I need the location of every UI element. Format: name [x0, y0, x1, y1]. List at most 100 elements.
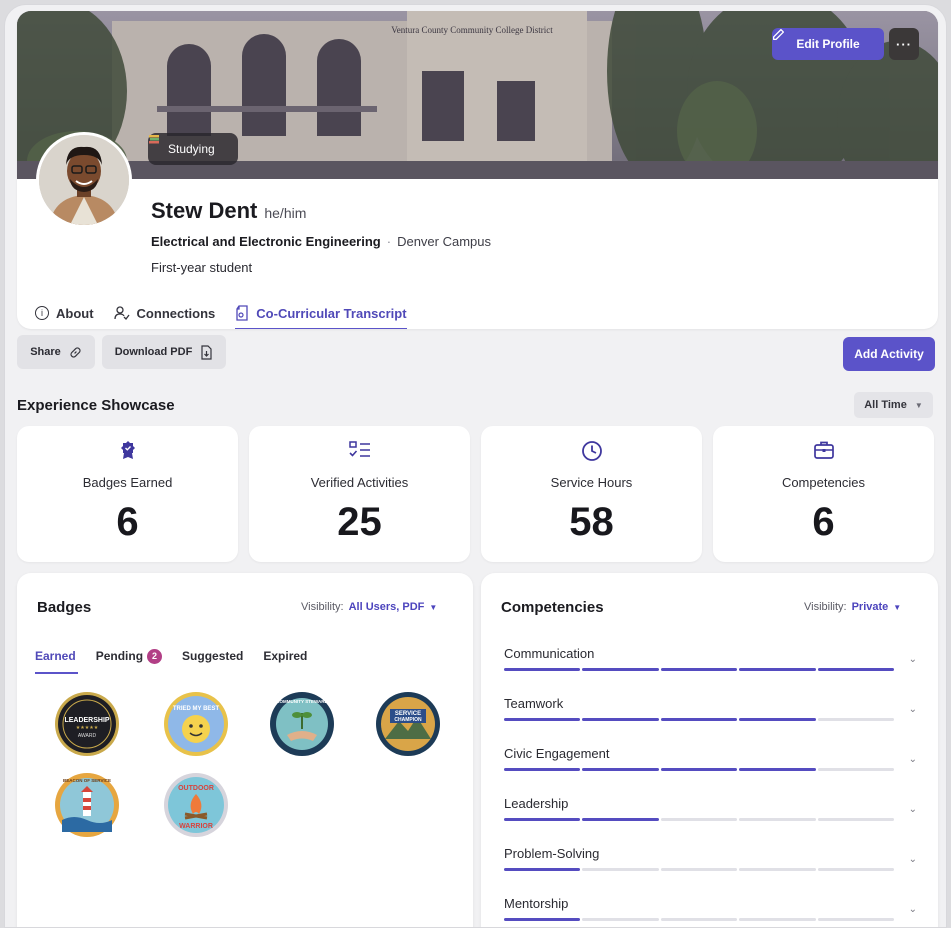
tab-label: Expired [263, 649, 308, 663]
level-segment [582, 918, 659, 921]
leadership-award-badge[interactable]: LEADERSHIP ★★★★★ AWARD [54, 691, 120, 757]
time-filter-value: All Time [864, 399, 907, 411]
level-segment [504, 768, 581, 771]
competency-name: Mentorship [504, 896, 569, 911]
chevron-down-icon[interactable]: ⌄ [909, 804, 917, 815]
competency-row[interactable]: Teamwork ⌄ [504, 696, 917, 746]
competencies-panel: Competencies Visibility: Private ▼ Commu… [481, 573, 938, 927]
download-pdf-button[interactable]: Download PDF [102, 335, 226, 369]
visibility-label: Visibility: [301, 601, 344, 613]
clock-icon [481, 440, 702, 462]
status-label: Studying [168, 142, 215, 156]
level-segment [504, 818, 581, 821]
stat-label: Badges Earned [82, 475, 173, 490]
tab-expired[interactable]: Expired [263, 645, 307, 667]
pronouns: he/him [264, 205, 307, 221]
link-icon [70, 346, 81, 358]
visibility-value: Private [851, 601, 889, 613]
level-segment [739, 668, 816, 671]
stat-value: 58 [569, 500, 614, 544]
competencies-title: Competencies [501, 599, 604, 616]
competency-row[interactable]: Civic Engagement ⌄ [504, 746, 917, 796]
level-segment [660, 818, 738, 821]
chevron-down-icon[interactable]: ⌄ [909, 704, 917, 715]
cover-photo: Ventura County Community College Distric… [17, 11, 938, 179]
svg-text:CHAMPION: CHAMPION [394, 717, 422, 723]
competency-level-bar [504, 718, 895, 721]
badges-visibility-dropdown[interactable]: Visibility: All Users, PDF ▼ [301, 601, 437, 613]
community-steward-badge[interactable]: COMMUNITY STEWARD [269, 691, 335, 757]
tab-connections[interactable]: Connections [113, 299, 216, 327]
name-row: Stew Dent he/him [151, 198, 306, 224]
pencil-icon [772, 28, 785, 41]
share-label: Share [30, 346, 61, 358]
competency-row[interactable]: Communication ⌄ [504, 646, 917, 696]
stat-value: 6 [116, 500, 139, 544]
competency-level-bar [504, 868, 895, 871]
level-segment [582, 668, 659, 671]
competency-level-bar [504, 668, 895, 671]
level-segment [660, 868, 738, 871]
service-champion-badge[interactable]: SERVICE CHAMPION [375, 691, 441, 757]
stat-value: 6 [812, 500, 835, 544]
major: Electrical and Electronic Engineering [151, 234, 381, 249]
competency-row[interactable]: Mentorship ⌄ [504, 896, 917, 927]
level-segment [660, 668, 738, 671]
outdoor-warrior-badge[interactable]: OUTDOOR WARRIOR [163, 772, 229, 838]
student-name: Stew Dent [151, 198, 258, 223]
competency-row[interactable]: Leadership ⌄ [504, 796, 917, 846]
level-segment [504, 668, 581, 671]
competency-level-bar [504, 768, 895, 771]
level-segment [739, 818, 816, 821]
avatar-illustration [39, 135, 129, 225]
competency-row[interactable]: Problem-Solving ⌄ [504, 846, 917, 896]
student-year: First-year student [151, 260, 253, 275]
level-segment [660, 718, 738, 721]
tab-connections-label: Connections [136, 305, 216, 321]
visibility-label: Visibility: [804, 601, 847, 613]
chevron-down-icon[interactable]: ⌄ [909, 904, 917, 915]
status-chip: Studying [148, 133, 238, 165]
level-segment [739, 918, 816, 921]
share-button[interactable]: Share [17, 335, 95, 369]
level-segment [504, 918, 581, 921]
tab-pending[interactable]: Pending 2 [96, 645, 163, 667]
app-frame: Ventura County Community College Distric… [4, 4, 947, 928]
competencies-visibility-dropdown[interactable]: Visibility: Private ▼ [804, 601, 901, 613]
tried-my-best-badge[interactable]: TRIED MY BEST [163, 691, 229, 757]
beacon-of-service-badge[interactable]: BEACON OF SERVICE [54, 772, 120, 838]
badge-icon [17, 440, 238, 462]
level-segment [739, 718, 816, 721]
chevron-down-icon[interactable]: ⌄ [909, 754, 917, 765]
tab-transcript[interactable]: Co-Curricular Transcript [235, 299, 407, 329]
tab-about[interactable]: i About [35, 299, 94, 327]
separator: · [386, 234, 392, 249]
stat-card-hours: Service Hours 58 [481, 426, 702, 562]
level-segment [817, 718, 895, 721]
checklist-icon [249, 440, 470, 462]
competency-name: Teamwork [504, 696, 564, 711]
tab-label: Suggested [182, 649, 244, 663]
edit-profile-button[interactable]: Edit Profile [772, 28, 884, 60]
connections-icon [113, 306, 130, 320]
download-file-icon [201, 344, 212, 360]
level-segment [817, 668, 895, 671]
tab-suggested[interactable]: Suggested [182, 645, 243, 667]
stat-value: 25 [337, 500, 382, 544]
chevron-down-icon[interactable]: ⌄ [909, 854, 917, 865]
add-activity-button[interactable]: Add Activity [843, 337, 935, 371]
more-options-button[interactable]: ··· [889, 28, 919, 60]
competency-name: Civic Engagement [504, 746, 610, 761]
time-filter-dropdown[interactable]: All Time ▼ [854, 392, 933, 418]
stat-card-activities: Verified Activities 25 [249, 426, 470, 562]
svg-text:OUTDOOR: OUTDOOR [178, 785, 214, 792]
level-segment [817, 918, 895, 921]
profile-card: Ventura County Community College Distric… [17, 11, 938, 329]
level-segment [660, 918, 738, 921]
level-segment [817, 818, 895, 821]
caret-down-icon: ▼ [914, 400, 923, 410]
tab-earned[interactable]: Earned [35, 645, 78, 674]
edit-profile-label: Edit Profile [796, 37, 860, 51]
level-segment [582, 768, 659, 771]
chevron-down-icon[interactable]: ⌄ [909, 654, 917, 665]
